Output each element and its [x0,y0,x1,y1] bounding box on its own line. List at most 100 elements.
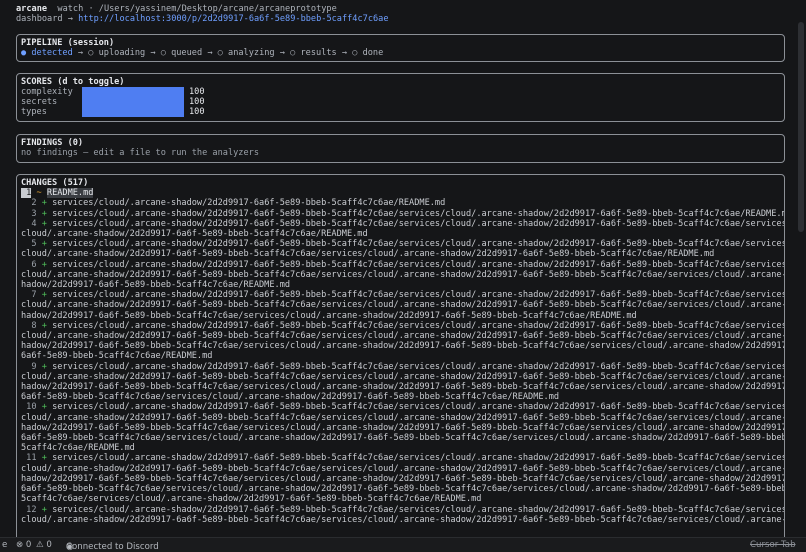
added-marker-icon: + [36,320,53,331]
change-item[interactable]: 8 + services/cloud/.arcane-shadow/2d2d99… [21,320,785,362]
pipeline-step: ○ uploading [88,48,146,59]
change-item[interactable]: 6 + services/cloud/.arcane-shadow/2d2d99… [21,259,785,291]
added-marker-icon: + [36,290,53,301]
change-item[interactable]: 2 + services/cloud/.arcane-shadow/2d2d99… [21,198,445,208]
change-item-number: 1 [21,188,32,199]
added-marker-icon: + [36,208,53,219]
pipeline-arrow: → [72,48,89,59]
change-item-path: services/cloud/.arcane-shadow/2d2d9917-6… [21,504,785,525]
pipeline-arrow: → [202,48,218,59]
change-item-path: services/cloud/.arcane-shadow/2d2d9917-6… [21,218,785,240]
findings-panel: FINDINGS (0) no findings — edit a file t… [16,134,785,163]
errors-count[interactable]: ⊗ 0 [16,540,31,550]
score-value: 100 [189,107,205,118]
score-value: 100 [189,87,205,98]
dashboard-link[interactable]: http://localhost:3000/p/2d2d9917-6a6f-5e… [78,14,388,24]
change-item[interactable]: 10 + services/cloud/.arcane-shadow/2d2d9… [21,402,785,454]
added-marker-icon: + [36,361,53,372]
changes-panel: CHANGES (517) 1 ~ README.md 2 + services… [16,174,785,544]
change-item[interactable]: 7 + services/cloud/.arcane-shadow/2d2d99… [21,290,785,321]
change-item[interactable]: 9 + services/cloud/.arcane-shadow/2d2d99… [21,361,785,403]
pipeline-title: PIPELINE (session) [21,38,115,48]
pipeline-panel: PIPELINE (session) ● detected → ○ upload… [16,34,785,62]
added-marker-icon: + [36,198,53,209]
findings-message: no findings — edit a file to run the ana… [21,148,259,159]
changes-list[interactable]: 1 ~ README.md 2 + services/cloud/.arcane… [21,188,784,525]
change-item[interactable]: 3 + services/cloud/.arcane-shadow/2d2d99… [21,208,785,219]
change-item-path: services/cloud/.arcane-shadow/2d2d9917-6… [21,361,785,403]
added-marker-icon: + [36,239,53,250]
scores-panel: SCORES (d to toggle) complexity 100 secret… [16,73,785,122]
change-item-path: services/cloud/.arcane-shadow/2d2d9917-6… [21,453,785,505]
change-item-path: services/cloud/.arcane-shadow/2d2d9917-6… [21,259,785,291]
warnings-count[interactable]: ⚠ 0 [36,540,52,550]
watch-path: watch · /Users/yassinem/Desktop/arcane/a… [47,4,337,14]
pipeline-step: ○ queued [160,48,203,59]
scores-title: SCORES (d to toggle) [21,77,780,87]
added-marker-icon: + [36,218,53,229]
change-item-number: 7 [21,290,37,301]
pipeline-step: ○ analyzing [217,48,275,59]
score-bar [82,107,184,118]
score-label: secrets [21,97,58,108]
header-line: arcane watch · /Users/yassinem/Desktop/a… [16,4,790,14]
score-row: secrets 100 [21,97,780,108]
change-item-path: services/cloud/.arcane-shadow/2d2d9917-6… [21,290,785,321]
change-item[interactable]: 5 + services/cloud/.arcane-shadow/2d2d99… [21,239,785,260]
pipeline-step: ○ done [352,48,384,59]
discord-status-label: Connected to Discord [66,542,159,552]
score-bar [82,87,184,98]
pipeline-arrow: → [145,48,161,59]
cursor-tab-status[interactable]: Cursor Tab [750,540,796,550]
pipeline-arrow: → [274,48,291,59]
added-marker-icon: + [36,402,53,413]
change-item-selected[interactable]: 1 ~ README.md [21,188,94,199]
changes-title: CHANGES (517) [21,178,89,188]
change-item-number: 10 [21,402,37,413]
score-row: types 100 [21,107,780,118]
change-item-number: 9 [21,361,37,372]
scrollbar[interactable] [798,22,804,232]
change-item-number: 4 [21,218,37,229]
modified-marker-icon: ~ [31,188,47,199]
findings-title: FINDINGS (0) [21,138,84,148]
score-bar-fill [82,87,184,98]
score-label: complexity [21,87,73,98]
score-bar-fill [82,107,184,118]
change-item-number: 6 [21,259,37,270]
pipeline-arrow: → [336,48,353,59]
change-item[interactable]: 4 + services/cloud/.arcane-shadow/2d2d99… [21,218,785,240]
scores-title-text: SCORES [21,77,53,87]
change-item-path: services/cloud/.arcane-shadow/2d2d9917-6… [21,402,785,454]
added-marker-icon: + [36,504,53,515]
status-bar: e ⊗ 0 ⚠ 0 ◉ Connected to Discord Cursor … [0,537,806,552]
pipeline-step: ● detected [21,48,73,59]
change-item-path: README.md [46,188,94,199]
change-item-number: 11 [21,453,37,464]
pipeline-steps: ● detected → ○ uploading → ○ queued → ○ … [21,48,780,58]
app-name: arcane [16,4,48,14]
change-item-path: services/cloud/.arcane-shadow/2d2d9917-6… [52,198,446,209]
change-item[interactable]: 11 + services/cloud/.arcane-shadow/2d2d9… [21,453,785,505]
score-label: types [21,107,47,118]
scores-toggle-hint: (d to toggle) [52,77,125,87]
score-bar-fill [82,97,184,108]
dashboard-line: dashboard → http://localhost:3000/p/2d2d… [16,14,790,24]
pipeline-step: ○ results [290,48,337,59]
change-item-number: 2 [21,198,37,209]
dashboard-label: dashboard → [16,14,79,25]
change-item-path: services/cloud/.arcane-shadow/2d2d9917-6… [52,208,785,219]
score-row: complexity 100 [21,87,780,98]
score-bar [82,97,184,108]
change-item[interactable]: 12 + services/cloud/.arcane-shadow/2d2d9… [21,504,785,525]
change-item-number: 3 [21,208,37,219]
change-item-path: services/cloud/.arcane-shadow/2d2d9917-6… [21,320,785,362]
score-rows: complexity 100 secrets 100 types 100 [21,87,780,118]
score-value: 100 [189,97,205,108]
change-item-path: services/cloud/.arcane-shadow/2d2d9917-6… [21,239,785,260]
added-marker-icon: + [36,259,53,270]
status-left-glyph: e [2,540,8,550]
change-item-number: 5 [21,239,37,250]
added-marker-icon: + [36,453,53,464]
change-item-number: 8 [21,320,37,331]
